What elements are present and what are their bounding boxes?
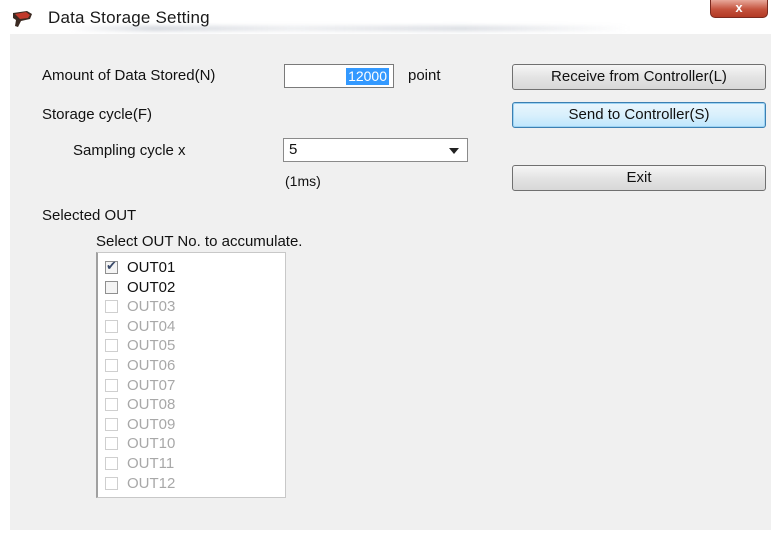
close-button[interactable]: x xyxy=(710,0,768,18)
checkbox-icon xyxy=(105,437,118,451)
out-item-label: OUT02 xyxy=(127,278,176,296)
checkbox-icon xyxy=(105,359,118,372)
checkbox-icon xyxy=(105,339,118,353)
out-item-label: OUT07 xyxy=(127,376,176,394)
dialog-client-area: Amount of Data Stored(N) 12000 point Sto… xyxy=(10,34,771,530)
check-mark-icon: ✔ xyxy=(106,258,117,273)
sampling-cycle-select[interactable]: 5 xyxy=(283,138,468,162)
app-icon xyxy=(13,11,32,27)
out-item-label: OUT10 xyxy=(127,435,176,453)
checkbox-icon xyxy=(105,378,118,392)
out-item-label: OUT06 xyxy=(127,357,176,374)
out-checkbox-item: OUT06 xyxy=(105,357,275,376)
out-checkbox-item[interactable]: ✔ OUT01 xyxy=(105,258,275,278)
checkbox-checked-icon[interactable]: ✔ xyxy=(105,258,118,274)
amount-value: 12000 xyxy=(346,68,389,85)
out-item-label: OUT12 xyxy=(127,474,176,492)
amount-label: Amount of Data Stored(N) xyxy=(42,67,216,84)
out-item-label: OUT05 xyxy=(127,337,176,355)
out-checkbox-item: OUT10 xyxy=(105,435,275,454)
out-checkbox-item: OUT09 xyxy=(105,416,275,435)
send-to-controller-button[interactable]: Send to Controller(S) xyxy=(512,102,766,128)
sampling-cycle-label: Sampling cycle x xyxy=(73,142,186,159)
checkbox-icon xyxy=(105,300,118,314)
checkbox-icon xyxy=(105,417,118,431)
selected-out-hint: Select OUT No. to accumulate. xyxy=(96,233,303,250)
out-checkbox-item: OUT07 xyxy=(105,377,275,396)
dialog-window: Data Storage Setting x Amount of Data St… xyxy=(10,0,771,534)
selected-out-label: Selected OUT xyxy=(42,207,137,224)
window-title: Data Storage Setting xyxy=(48,8,210,27)
chevron-down-icon[interactable] xyxy=(449,148,459,154)
storage-cycle-label: Storage cycle(F) xyxy=(42,106,153,123)
checkbox-icon xyxy=(105,398,118,412)
title-bar[interactable]: Data Storage Setting x xyxy=(10,0,771,34)
out-checkbox-item: OUT04 xyxy=(105,318,275,337)
close-icon: x xyxy=(735,0,743,15)
out-checklist[interactable]: ✔ OUT01 OUT02 OUT03 OUT04 OUT05 OUT06 OUT07 OUT0… xyxy=(96,252,286,498)
checkbox-icon xyxy=(105,457,118,470)
background-blur xyxy=(70,26,630,31)
receive-from-controller-button[interactable]: Receive from Controller(L) xyxy=(512,64,766,90)
sampling-cycle-value: 5 xyxy=(289,141,298,158)
out-item-label: OUT08 xyxy=(127,396,176,414)
sampling-unit: (1ms) xyxy=(285,173,321,189)
out-checkbox-item: OUT11 xyxy=(105,455,275,474)
out-item-label: OUT03 xyxy=(127,298,176,316)
exit-button[interactable]: Exit xyxy=(512,165,766,191)
out-checkbox-item: OUT05 xyxy=(105,337,275,356)
checkbox-icon xyxy=(105,319,118,333)
out-item-label: OUT01 xyxy=(127,259,176,276)
out-checkbox-item: OUT12 xyxy=(105,475,275,494)
out-checkbox-item: OUT08 xyxy=(105,396,275,415)
checkbox-icon xyxy=(105,476,118,490)
out-item-label: OUT11 xyxy=(127,455,175,472)
amount-input[interactable]: 12000 xyxy=(284,64,394,88)
out-checkbox-item: OUT03 xyxy=(105,298,275,317)
out-item-label: OUT09 xyxy=(127,415,176,433)
amount-unit: point xyxy=(408,67,441,84)
checkbox-icon[interactable] xyxy=(105,280,118,294)
out-item-label: OUT04 xyxy=(127,317,176,335)
out-checkbox-item[interactable]: OUT02 xyxy=(105,279,275,298)
